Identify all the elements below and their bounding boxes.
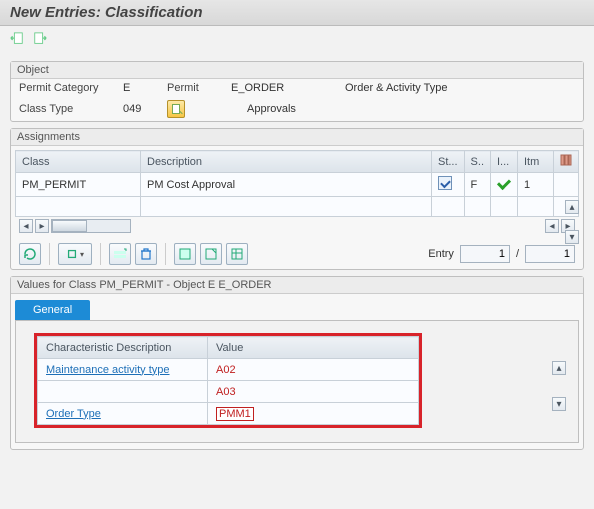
value-cell[interactable]: A02	[216, 364, 236, 376]
col-characteristic[interactable]: Characteristic Description	[38, 337, 208, 359]
char-cell	[38, 381, 208, 403]
checkbox-checked-icon[interactable]	[438, 176, 452, 190]
tab-general[interactable]: General	[15, 300, 90, 320]
entry-total-input	[525, 245, 575, 263]
cell-st[interactable]	[431, 173, 464, 197]
filter-dropdown-button[interactable]: ▾	[58, 243, 92, 265]
select-all-button[interactable]	[174, 243, 196, 265]
value-cell-focused[interactable]: PMM1	[216, 407, 254, 421]
cell-class[interactable]: PM_PERMIT	[16, 173, 141, 197]
scroll-down-button[interactable]: ▾	[565, 230, 579, 244]
cell-desc: PM Cost Approval	[141, 173, 432, 197]
scroll-right-button[interactable]: ▸	[35, 219, 49, 233]
col-s[interactable]: S..	[464, 151, 490, 173]
class-type-value: 049	[123, 103, 163, 115]
table-settings-button[interactable]	[554, 151, 579, 173]
assignments-panel-title: Assignments	[11, 129, 583, 146]
checkmark-icon	[497, 176, 511, 190]
col-value[interactable]: Value	[208, 337, 419, 359]
copy-button[interactable]	[226, 243, 248, 265]
order-type-link[interactable]: Order Type	[46, 408, 101, 420]
table-row[interactable]: Order Type PMM1	[38, 403, 419, 425]
col-status[interactable]: St...	[431, 151, 464, 173]
values-scroll-down-button[interactable]: ▾	[552, 397, 566, 411]
refresh-button[interactable]	[19, 243, 41, 265]
h-scrollbar[interactable]	[51, 219, 131, 233]
characteristics-table: Characteristic Description Value Mainten…	[37, 336, 419, 425]
values-scroll-up-button[interactable]: ▴	[552, 361, 566, 375]
object-panel-title: Object	[11, 62, 583, 79]
permit-right-text: Order & Activity Type	[345, 82, 448, 94]
highlighted-region: Characteristic Description Value Mainten…	[34, 333, 422, 428]
approvals-label: Approvals	[247, 103, 337, 115]
assignments-table: Class Description St... S.. I... Itm PM_…	[15, 150, 579, 217]
permit-category-value: E	[123, 82, 163, 94]
col-itm[interactable]: Itm	[518, 151, 554, 173]
col-description[interactable]: Description	[141, 151, 432, 173]
deselect-button[interactable]	[200, 243, 222, 265]
cell-s: F	[464, 173, 490, 197]
values-panel-title: Values for Class PM_PERMIT - Object E E_…	[11, 277, 583, 294]
table-row[interactable]: A03	[38, 381, 419, 403]
permit-value: E_ORDER	[231, 82, 341, 94]
scroll-up-button[interactable]: ▴	[565, 200, 579, 214]
object-panel: Object Permit Category E Permit E_ORDER …	[10, 61, 584, 122]
col-class[interactable]: Class	[16, 151, 141, 173]
col-i[interactable]: I...	[491, 151, 518, 173]
permit-category-label: Permit Category	[19, 82, 119, 94]
top-toolbar	[0, 26, 594, 55]
cell-i	[491, 173, 518, 197]
value-cell[interactable]: A03	[216, 386, 236, 398]
entry-separator: /	[516, 248, 519, 260]
permit-label: Permit	[167, 82, 227, 94]
cell-itm[interactable]: 1	[518, 173, 554, 197]
table-row[interactable]: PM_PERMIT PM Cost Approval F 1	[16, 173, 579, 197]
page-title: New Entries: Classification	[0, 0, 594, 26]
new-row-button[interactable]	[109, 243, 131, 265]
table-row[interactable]: Maintenance activity type A02	[38, 359, 419, 381]
class-type-lookup-button[interactable]	[167, 100, 185, 118]
scroll-left-button[interactable]: ◂	[19, 219, 33, 233]
entry-label: Entry	[428, 248, 454, 260]
doc-next-icon[interactable]	[33, 32, 47, 48]
table-row[interactable]	[16, 197, 579, 217]
scroll-left2-button[interactable]: ◂	[545, 219, 559, 233]
class-type-label: Class Type	[19, 103, 119, 115]
delete-button[interactable]	[135, 243, 157, 265]
entry-current-input[interactable]	[460, 245, 510, 263]
maintenance-activity-type-link[interactable]: Maintenance activity type	[46, 364, 170, 376]
doc-prev-icon[interactable]	[10, 32, 24, 48]
values-panel: Values for Class PM_PERMIT - Object E E_…	[10, 276, 584, 450]
assignments-panel: Assignments Class Description St... S.. …	[10, 128, 584, 270]
assignments-toolbar: ▾ Entry /	[11, 239, 583, 269]
